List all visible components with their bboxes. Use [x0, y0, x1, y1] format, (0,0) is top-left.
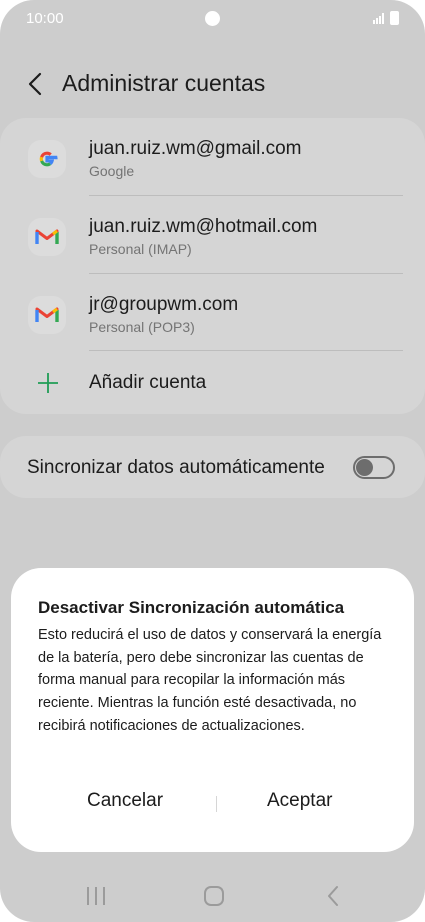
confirm-dialog: Desactivar Sincronización automática Est… [11, 568, 414, 852]
page-title: Administrar cuentas [62, 70, 266, 96]
front-camera [205, 11, 220, 26]
dialog-body: Esto reducirá el uso de datos y conserva… [38, 627, 382, 734]
cancel-button[interactable]: Cancelar [87, 790, 163, 812]
phone-screen: 10:00 Administrar cuentas juan.ruiz.wm@g… [0, 0, 425, 922]
accounts-card: juan.ruiz.wm@gmail.com Google juan.ruiz.… [0, 118, 425, 414]
plus-icon [38, 373, 58, 393]
account-type: Personal (POP3) [89, 319, 195, 335]
add-account-button[interactable]: Añadir cuenta [0, 354, 425, 412]
recents-icon[interactable] [85, 886, 107, 906]
button-separator [216, 796, 217, 812]
home-icon[interactable] [204, 886, 224, 906]
toggle-knob [356, 459, 373, 476]
sync-toggle[interactable] [353, 456, 395, 479]
status-time: 10:00 [26, 10, 64, 27]
account-type: Google [89, 163, 135, 179]
nav-back-icon[interactable] [326, 885, 340, 907]
divider [89, 350, 403, 351]
battery-icon [390, 11, 399, 25]
account-email: juan.ruiz.wm@hotmail.com [89, 216, 318, 237]
account-row-groupwm[interactable]: jr@groupwm.com Personal (POP3) [0, 274, 425, 352]
dialog-title: Desactivar Sincronización automática [38, 598, 345, 617]
status-bar: 10:00 [0, 0, 425, 38]
add-account-label: Añadir cuenta [89, 372, 207, 393]
gmail-icon [28, 218, 66, 256]
account-row-google[interactable]: juan.ruiz.wm@gmail.com Google [0, 118, 425, 196]
account-email: jr@groupwm.com [89, 294, 239, 315]
gmail-icon [28, 296, 66, 334]
sync-row[interactable]: Sincronizar datos automáticamente [0, 436, 425, 498]
sync-label: Sincronizar datos automáticamente [27, 457, 325, 478]
account-type: Personal (IMAP) [89, 241, 192, 257]
back-arrow-icon[interactable] [22, 68, 50, 100]
google-icon [28, 140, 66, 178]
app-header: Administrar cuentas [0, 62, 425, 106]
accept-button[interactable]: Aceptar [267, 790, 332, 812]
account-email: juan.ruiz.wm@gmail.com [89, 138, 302, 159]
signal-icon [373, 13, 384, 24]
navigation-bar [0, 872, 425, 922]
account-row-hotmail[interactable]: juan.ruiz.wm@hotmail.com Personal (IMAP) [0, 196, 425, 274]
